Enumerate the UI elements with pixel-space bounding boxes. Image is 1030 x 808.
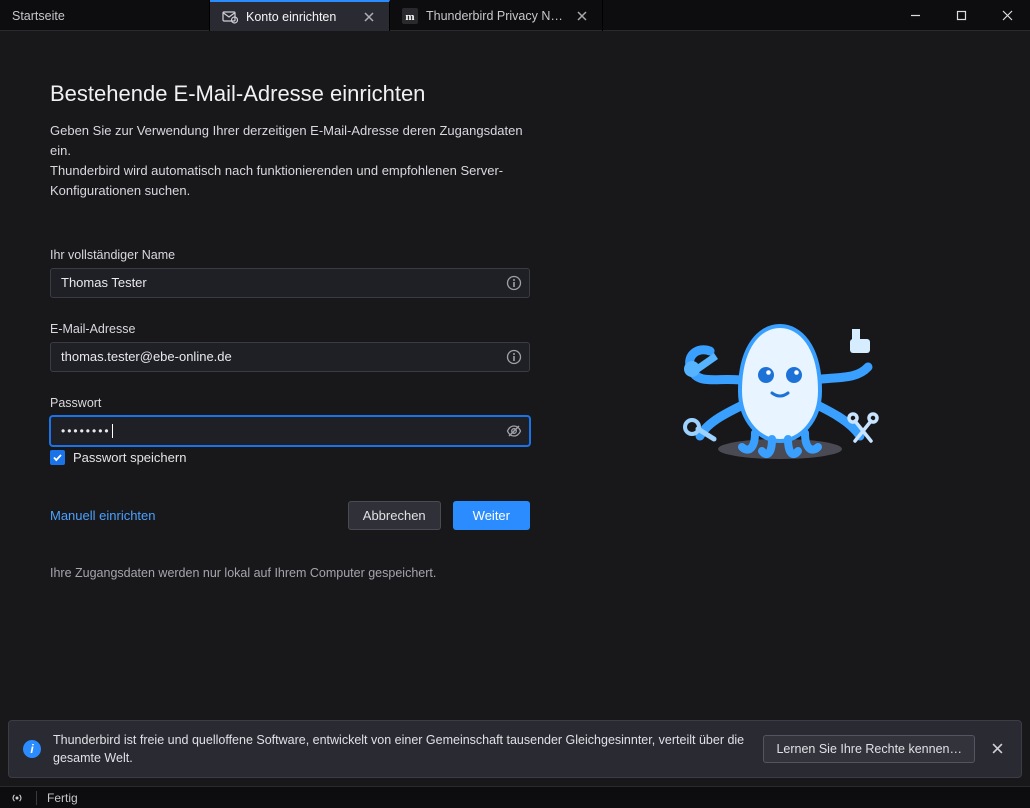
action-row: Manuell einrichten Abbrechen Weiter: [50, 501, 530, 530]
remember-password-label: Passwort speichern: [73, 450, 186, 465]
tab-label: Thunderbird Privacy Notice: [426, 9, 566, 23]
separator: [36, 791, 37, 805]
continue-button[interactable]: Weiter: [453, 501, 530, 530]
window-controls: [892, 0, 1030, 30]
password-input-wrap: ••••••••: [50, 416, 530, 446]
mozilla-icon: m: [402, 8, 418, 24]
illustration: [530, 81, 1030, 712]
notification-text: Thunderbird ist freie und quelloffene So…: [53, 731, 751, 767]
close-window-button[interactable]: [984, 0, 1030, 31]
name-input[interactable]: [51, 269, 499, 297]
local-storage-note: Ihre Zugangsdaten werden nur lokal auf I…: [50, 566, 530, 580]
page-description: Geben Sie zur Verwendung Ihrer derzeitig…: [50, 121, 530, 202]
password-input[interactable]: ••••••••: [51, 424, 111, 438]
info-icon[interactable]: [499, 275, 529, 291]
eye-hide-icon[interactable]: [499, 423, 529, 439]
cancel-button[interactable]: Abbrechen: [348, 501, 441, 530]
page-title: Bestehende E-Mail-Adresse einrichten: [50, 81, 530, 107]
account-setup-panel: Bestehende E-Mail-Adresse einrichten Geb…: [0, 31, 1030, 712]
tab-privacy-notice[interactable]: m Thunderbird Privacy Notice: [390, 0, 603, 31]
octopus-illustration-icon: [670, 271, 890, 471]
email-label: E-Mail-Adresse: [50, 322, 530, 336]
manual-config-link[interactable]: Manuell einrichten: [50, 508, 156, 523]
status-text: Fertig: [47, 791, 78, 805]
tab-konto-einrichten[interactable]: Konto einrichten: [210, 0, 390, 31]
tab-strip: Startseite Konto einrichten m Thunderbir…: [0, 0, 1030, 31]
tab-label: Konto einrichten: [246, 10, 336, 24]
activity-icon[interactable]: [8, 791, 26, 805]
name-label: Ihr vollständiger Name: [50, 248, 530, 262]
close-icon[interactable]: [987, 739, 1007, 759]
tab-label: Startseite: [12, 9, 65, 23]
info-icon: i: [23, 740, 41, 758]
close-icon[interactable]: [574, 8, 590, 24]
svg-text:m: m: [405, 11, 414, 23]
learn-rights-button[interactable]: Lernen Sie Ihre Rechte kennen…: [763, 735, 975, 763]
close-icon[interactable]: [361, 9, 377, 25]
notification-bar: i Thunderbird ist freie und quelloffene …: [8, 720, 1022, 778]
status-bar: Fertig: [0, 786, 1030, 808]
name-input-wrap: [50, 268, 530, 298]
email-input[interactable]: [51, 343, 499, 371]
remember-password-row: Passwort speichern: [50, 450, 530, 465]
info-icon[interactable]: [499, 349, 529, 365]
tab-startseite[interactable]: Startseite: [0, 0, 210, 31]
remember-password-checkbox[interactable]: [50, 450, 65, 465]
password-label: Passwort: [50, 396, 530, 410]
text-caret: [112, 424, 113, 438]
email-input-wrap: [50, 342, 530, 372]
mail-account-icon: [222, 9, 238, 25]
minimize-button[interactable]: [892, 0, 938, 31]
maximize-button[interactable]: [938, 0, 984, 31]
